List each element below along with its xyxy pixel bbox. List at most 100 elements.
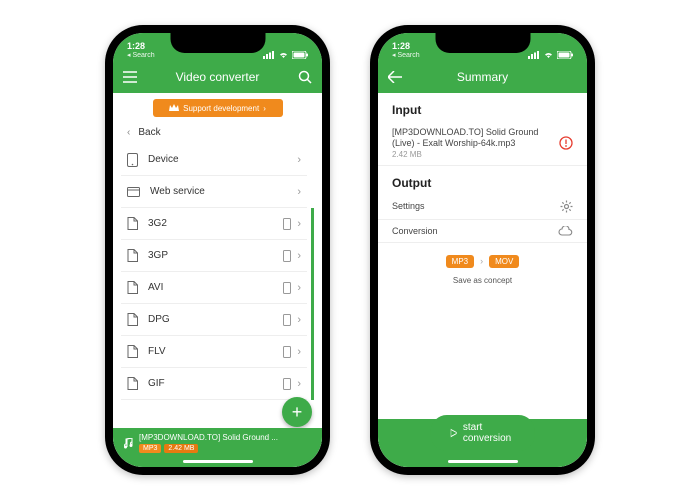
footer-format-badge: MP3	[139, 444, 161, 453]
status-icons	[263, 51, 308, 59]
format-row[interactable]: Web service ›	[121, 176, 314, 208]
status-back-to-search[interactable]: ◂ Search	[127, 52, 155, 59]
content-right: Input [MP3DOWNLOAD.TO] Solid Ground (Liv…	[378, 93, 587, 467]
format-label: Device	[148, 154, 287, 165]
chevron-right-icon: ›	[297, 314, 301, 326]
chevron-right-icon: ›	[297, 218, 301, 230]
to-format-pill: MOV	[489, 255, 519, 268]
home-indicator	[448, 460, 518, 463]
accent-strip	[311, 304, 314, 336]
back-row[interactable]: ‹ Back	[113, 121, 322, 144]
file-icon	[127, 249, 138, 262]
settings-row[interactable]: Settings	[378, 194, 587, 220]
input-heading: Input	[378, 93, 587, 121]
format-row[interactable]: 3G2 ›	[121, 208, 314, 240]
chevron-right-icon: ›	[263, 104, 266, 113]
cloud-icon	[558, 226, 573, 236]
format-row[interactable]: FLV ›	[121, 336, 314, 368]
phone-right: 1:28 ◂ Search Summary Input [MP3DOWNLOAD…	[370, 25, 595, 475]
format-row[interactable]: AVI ›	[121, 272, 314, 304]
file-icon	[127, 281, 138, 294]
file-icon	[127, 377, 138, 390]
phone-icon	[283, 250, 291, 262]
start-conversion-button[interactable]: start conversion	[430, 415, 535, 451]
status-time: 1:28	[392, 42, 420, 51]
wifi-icon	[278, 51, 289, 59]
input-filesize: 2.42 MB	[392, 150, 559, 159]
chevron-right-icon: ›	[297, 250, 301, 262]
settings-label: Settings	[392, 201, 560, 211]
format-row[interactable]: 3GP ›	[121, 240, 314, 272]
accent-strip	[311, 368, 314, 400]
notch	[170, 33, 265, 53]
status-back-to-search[interactable]: ◂ Search	[392, 52, 420, 59]
back-label: Back	[138, 127, 160, 138]
back-arrow-icon[interactable]	[388, 71, 402, 83]
accent-strip	[311, 272, 314, 304]
format-conversion-pills: MP3 › MOV	[378, 255, 587, 268]
status-time: 1:28	[127, 42, 155, 51]
format-list: Device›Web service›3G2›3GP›AVI›DPG›FLV›G…	[113, 144, 322, 400]
music-note-icon	[123, 438, 133, 449]
chevron-right-icon: ›	[480, 256, 483, 266]
phone-icon	[283, 314, 291, 326]
battery-icon	[292, 51, 308, 59]
chevron-right-icon: ›	[297, 154, 301, 166]
status-icons	[528, 51, 573, 59]
menu-icon[interactable]	[123, 71, 137, 83]
chevron-left-icon: ‹	[127, 127, 130, 138]
chevron-right-icon: ›	[297, 186, 301, 198]
phone-icon	[283, 218, 291, 230]
format-label: GIF	[148, 378, 273, 389]
chevron-right-icon: ›	[297, 378, 301, 390]
format-label: AVI	[148, 282, 273, 293]
screen-right: 1:28 ◂ Search Summary Input [MP3DOWNLOAD…	[378, 33, 587, 467]
file-icon	[127, 217, 138, 230]
support-label: Support development	[183, 104, 259, 113]
support-banner[interactable]: Support development ›	[153, 99, 283, 117]
device-icon	[127, 153, 138, 167]
app-title: Summary	[402, 70, 563, 84]
file-icon	[127, 345, 138, 358]
format-row[interactable]: Device ›	[121, 144, 314, 176]
conversion-row[interactable]: Conversion	[378, 220, 587, 243]
conversion-label: Conversion	[392, 226, 558, 236]
from-format-pill: MP3	[446, 255, 474, 268]
input-file-row[interactable]: [MP3DOWNLOAD.TO] Solid Ground (Live) - E…	[378, 121, 587, 166]
accent-strip	[311, 240, 314, 272]
screen-left: 1:28 ◂ Search Video converter Support de…	[113, 33, 322, 467]
format-label: Web service	[150, 186, 287, 197]
plus-icon: +	[292, 402, 303, 423]
chevron-right-icon: ›	[297, 282, 301, 294]
format-label: 3G2	[148, 218, 273, 229]
phone-icon	[283, 346, 291, 358]
search-icon[interactable]	[298, 70, 312, 84]
content-left: Support development › ‹ Back Device›Web …	[113, 93, 322, 467]
crown-icon	[169, 104, 179, 112]
start-conversion-label: start conversion	[463, 422, 515, 444]
input-filename: [MP3DOWNLOAD.TO] Solid Ground (Live) - E…	[392, 127, 559, 150]
add-button[interactable]: +	[282, 397, 312, 427]
footer-filename: [MP3DOWNLOAD.TO] Solid Ground ...	[139, 433, 312, 442]
signal-icon	[263, 51, 275, 59]
chevron-right-icon: ›	[297, 346, 301, 358]
app-bar: Summary	[378, 61, 587, 93]
home-indicator	[183, 460, 253, 463]
phone-icon	[283, 378, 291, 390]
format-row[interactable]: GIF ›	[121, 368, 314, 400]
save-as-concept-link[interactable]: Save as concept	[378, 276, 587, 285]
footer-size-badge: 2.42 MB	[164, 444, 198, 453]
phone-icon	[283, 282, 291, 294]
file-icon	[127, 313, 138, 326]
battery-icon	[557, 51, 573, 59]
gear-icon	[560, 200, 573, 213]
accent-strip	[311, 336, 314, 368]
signal-icon	[528, 51, 540, 59]
format-row[interactable]: DPG›	[121, 304, 314, 336]
phone-left: 1:28 ◂ Search Video converter Support de…	[105, 25, 330, 475]
info-warning-icon[interactable]	[559, 136, 573, 150]
app-title: Video converter	[137, 70, 298, 84]
format-label: FLV	[148, 346, 273, 357]
play-icon	[450, 428, 457, 438]
format-label: 3GP	[148, 250, 273, 261]
